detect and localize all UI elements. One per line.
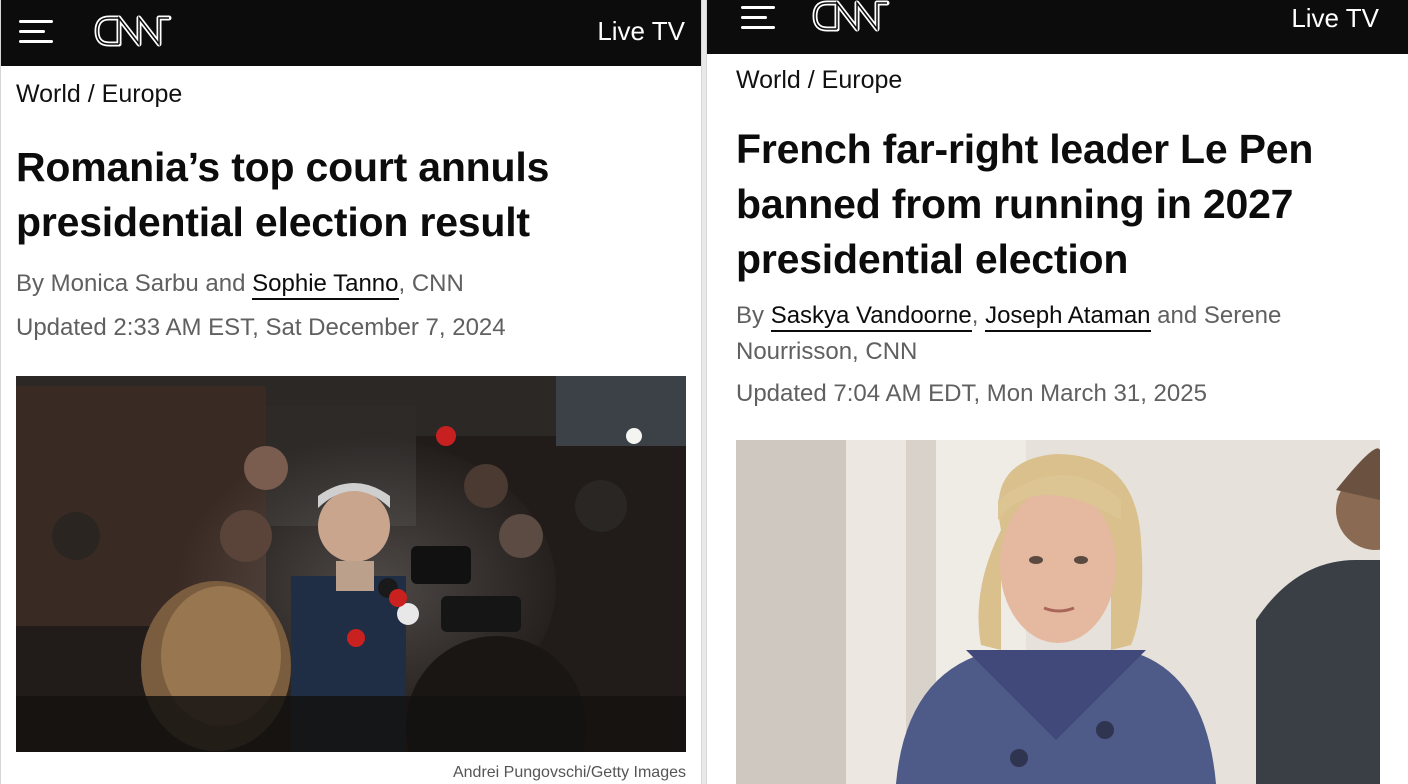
author-link[interactable]: Sophie Tanno: [252, 270, 399, 300]
author-link-ataman[interactable]: Joseph Ataman: [985, 302, 1151, 332]
article-photo: [16, 376, 686, 752]
byline-separator: ,: [971, 302, 986, 329]
menu-icon[interactable]: [741, 6, 775, 30]
updated-timestamp: Updated 7:04 AM EDT, Mon March 31, 2025: [736, 380, 1207, 407]
article-panel-right: Live TV World / Europe French far-right …: [706, 0, 1408, 784]
byline: By Saskya Vandoorne, Joseph Ataman and S…: [736, 298, 1376, 370]
top-navigation-bar: Live TV: [707, 0, 1408, 54]
breadcrumb[interactable]: World / Europe: [736, 66, 902, 95]
updated-timestamp: Updated 2:33 AM EST, Sat December 7, 202…: [16, 314, 506, 341]
byline: By Monica Sarbu and Sophie Tanno, CNN: [16, 266, 686, 302]
article-headline: French far-right leader Le Pen banned fr…: [736, 126, 1314, 282]
article-panel-left: Live TV World / Europe Romania’s top cou…: [0, 0, 702, 784]
live-tv-link[interactable]: Live TV: [1291, 3, 1379, 34]
article-headline: Romania’s top court annuls presidential …: [16, 144, 550, 245]
live-tv-link[interactable]: Live TV: [597, 16, 685, 47]
byline-prefix: By: [736, 302, 771, 329]
cnn-logo[interactable]: [91, 9, 183, 53]
photo-credit: Andrei Pungovschi/Getty Images: [452, 764, 686, 781]
article-photo: [736, 440, 1380, 784]
byline-suffix: , CNN: [398, 270, 464, 297]
author-link-vandoorne[interactable]: Saskya Vandoorne: [770, 302, 972, 332]
breadcrumb[interactable]: World / Europe: [16, 80, 182, 109]
cnn-logo[interactable]: [809, 0, 901, 38]
byline-prefix: By Monica Sarbu and: [16, 270, 253, 297]
top-navigation-bar: Live TV: [1, 0, 701, 66]
menu-icon[interactable]: [19, 20, 53, 44]
